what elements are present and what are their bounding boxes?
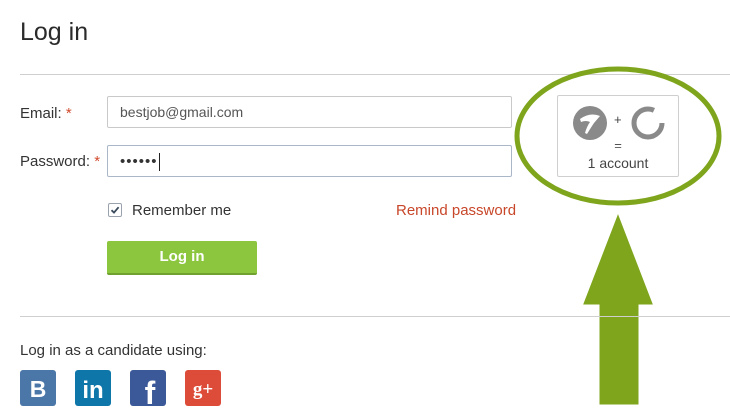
vk-icon[interactable]: B [20, 370, 56, 406]
social-divider [20, 316, 730, 317]
facebook-icon[interactable]: f [130, 370, 166, 411]
svg-text:g+: g+ [193, 379, 213, 400]
google-plus-icon[interactable]: g+ [185, 370, 221, 406]
svg-text:f: f [145, 375, 156, 406]
svg-text:in: in [82, 377, 103, 404]
highlight-ellipse [514, 66, 722, 206]
up-arrow-icon [578, 205, 658, 408]
linkedin-icon[interactable]: in [75, 370, 111, 406]
svg-text:B: B [30, 376, 47, 402]
social-login-title: Log in as a candidate using: [20, 342, 207, 359]
